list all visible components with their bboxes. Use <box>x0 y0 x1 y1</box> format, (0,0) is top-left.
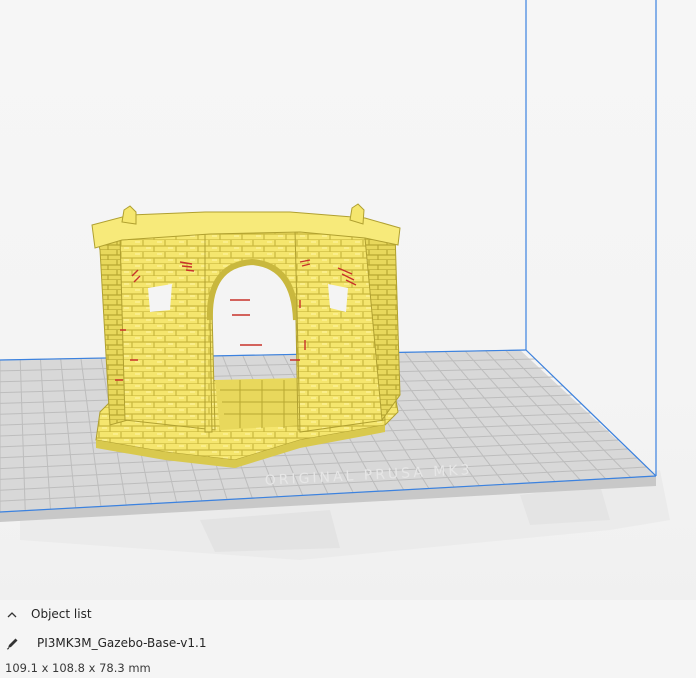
model-crenellation-left <box>121 205 137 225</box>
model-wall-front-left <box>119 229 216 431</box>
object-name-row[interactable]: PI3MK3M_Gazebo-Base-v1.1 <box>0 633 206 653</box>
3d-viewport[interactable]: ORIGINAL PRUSA MK3 <box>0 0 696 600</box>
model-window-left <box>148 284 172 312</box>
object-panel: Object list PI3MK3M_Gazebo-Base-v1.1 109… <box>0 600 696 678</box>
object-dimensions: 109.1 x 108.8 x 78.3 mm <box>5 661 151 675</box>
object-list-header[interactable]: Object list <box>0 604 92 624</box>
gazebo-model[interactable] <box>91 203 401 468</box>
model-crenellation-right <box>349 203 365 225</box>
model-floor <box>215 378 305 430</box>
object-name[interactable]: PI3MK3M_Gazebo-Base-v1.1 <box>37 636 206 650</box>
chevron-up-icon[interactable] <box>0 604 24 624</box>
model-window-right <box>328 284 348 312</box>
pencil-icon[interactable] <box>0 633 24 653</box>
object-dimensions-row: 109.1 x 108.8 x 78.3 mm <box>5 660 151 676</box>
object-list-title[interactable]: Object list <box>31 607 92 621</box>
cura-window: ORIGINAL PRUSA MK3 Object list PI3MK3M_G… <box>0 0 696 678</box>
